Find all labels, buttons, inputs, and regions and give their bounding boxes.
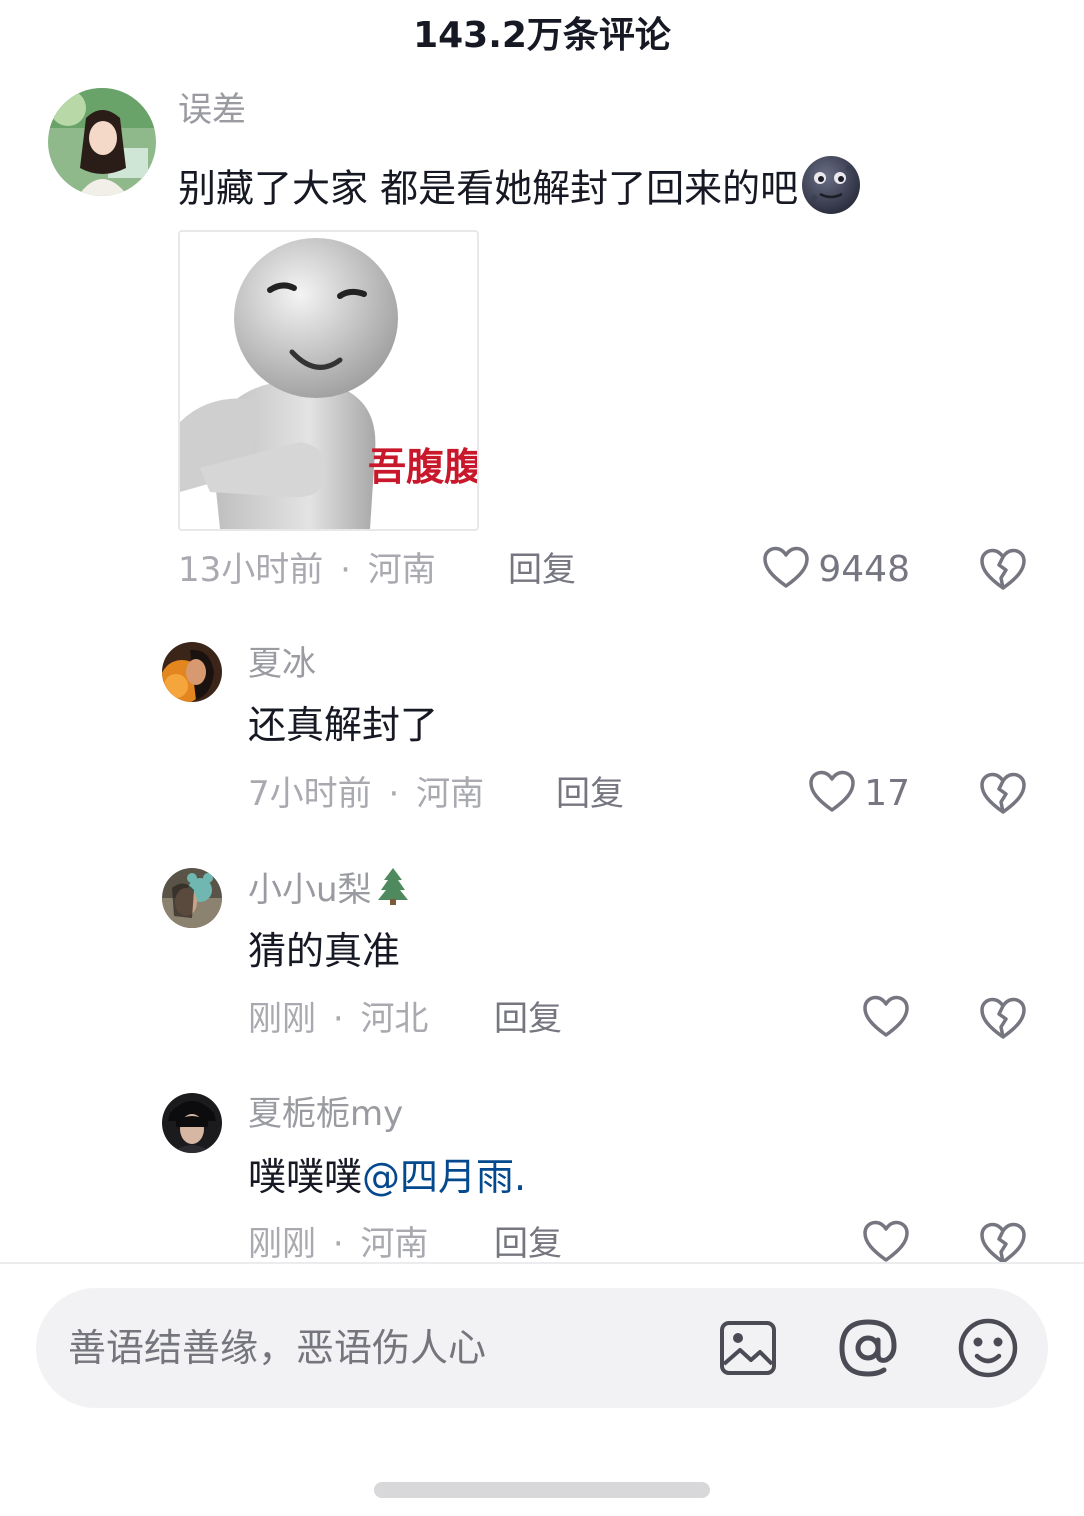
comment-username[interactable]: 夏栀栀my bbox=[248, 1092, 403, 1136]
dislike-broken-heart-icon[interactable] bbox=[978, 1222, 1028, 1266]
heart-icon bbox=[808, 770, 856, 818]
meta-separator: · bbox=[332, 1224, 344, 1264]
sticker-caption: 吾腹腹 bbox=[368, 445, 479, 489]
like-button[interactable] bbox=[840, 995, 910, 1043]
comment-text: 猜的真准 bbox=[248, 929, 401, 973]
comment-text-body: 别藏了大家 都是看她解封了回来的吧 bbox=[178, 166, 799, 211]
comment-meta: 刚刚 · 河北 bbox=[248, 997, 428, 1041]
comment-meta: 13小时前 · 河南 bbox=[178, 548, 436, 592]
comment-text: 别藏了大家 都是看她解封了回来的吧 bbox=[178, 154, 862, 228]
reply-button[interactable]: 回复 bbox=[494, 997, 562, 1041]
like-button[interactable] bbox=[840, 1220, 910, 1268]
comment-username[interactable]: 误差 bbox=[178, 88, 246, 132]
like-button[interactable]: 9448 bbox=[740, 546, 910, 594]
comment-time: 7小时前 bbox=[248, 774, 372, 814]
moon-face-emoji-icon bbox=[800, 154, 862, 228]
heart-icon bbox=[862, 1220, 910, 1268]
like-button[interactable]: 17 bbox=[760, 770, 910, 818]
comment-time: 刚刚 bbox=[248, 1224, 316, 1264]
tree-emoji-icon bbox=[376, 866, 410, 917]
heart-icon bbox=[762, 546, 810, 594]
dislike-broken-heart-icon[interactable] bbox=[978, 997, 1028, 1041]
mention-link[interactable]: @四月雨. bbox=[362, 1155, 526, 1199]
meta-separator: · bbox=[388, 774, 400, 814]
comment-input-placeholder[interactable]: 善语结善缘，恶语伤人心 bbox=[68, 1322, 486, 1374]
sticker-image[interactable]: 吾腹腹 bbox=[178, 230, 479, 531]
dislike-broken-heart-icon[interactable] bbox=[978, 548, 1028, 592]
at-icon[interactable] bbox=[836, 1316, 897, 1377]
comment-time: 刚刚 bbox=[248, 999, 316, 1039]
comment-meta: 7小时前 · 河南 bbox=[248, 772, 484, 816]
meta-separator: · bbox=[340, 550, 351, 590]
heart-icon bbox=[862, 995, 910, 1043]
like-count: 9448 bbox=[818, 549, 910, 590]
comment-text: 噗噗噗@四月雨. bbox=[248, 1152, 526, 1202]
avatar[interactable] bbox=[162, 642, 222, 702]
image-icon[interactable] bbox=[718, 1318, 778, 1378]
comments-count-title: 143.2万条评论 bbox=[413, 15, 671, 56]
comment-username[interactable]: 小小u梨 bbox=[248, 866, 410, 917]
reply-button[interactable]: 回复 bbox=[556, 772, 624, 816]
comment-meta: 刚刚 · 河南 bbox=[248, 1222, 428, 1266]
emoji-icon[interactable] bbox=[956, 1316, 1018, 1378]
meta-separator: · bbox=[332, 999, 344, 1039]
home-indicator[interactable] bbox=[374, 1482, 710, 1498]
divider bbox=[0, 1262, 1084, 1264]
comment-text: 还真解封了 bbox=[248, 703, 439, 747]
comment-region: 河南 bbox=[360, 1224, 429, 1264]
avatar[interactable] bbox=[162, 868, 222, 928]
like-count: 17 bbox=[864, 773, 910, 814]
comment-time: 13小时前 bbox=[178, 550, 324, 590]
username-text: 小小u梨 bbox=[248, 870, 372, 910]
dislike-broken-heart-icon[interactable] bbox=[978, 772, 1028, 816]
comment-region: 河北 bbox=[360, 999, 429, 1039]
avatar[interactable] bbox=[162, 1093, 222, 1153]
avatar[interactable] bbox=[48, 88, 156, 196]
comment-region: 河南 bbox=[367, 550, 436, 590]
comment-region: 河南 bbox=[416, 774, 485, 814]
reply-button[interactable]: 回复 bbox=[508, 548, 576, 592]
comment-username[interactable]: 夏冰 bbox=[248, 642, 316, 686]
comment-text-body: 噗噗噗 bbox=[248, 1155, 363, 1199]
reply-button[interactable]: 回复 bbox=[494, 1222, 562, 1266]
